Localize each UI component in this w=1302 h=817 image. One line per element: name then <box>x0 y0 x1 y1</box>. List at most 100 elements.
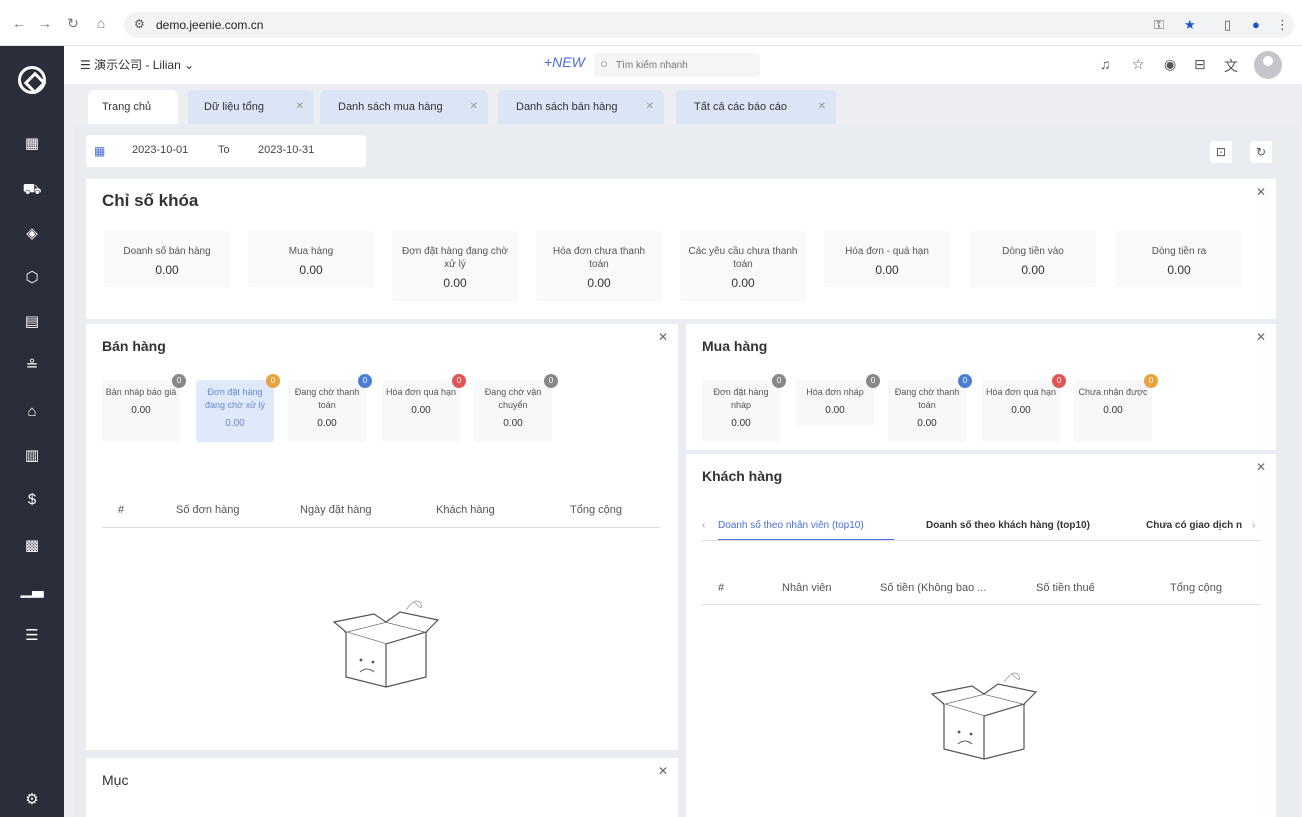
tab-label: Danh sách bán hàng <box>516 101 618 113</box>
stat-label: Đang chờ thanh toán <box>294 387 360 410</box>
count-badge: 0 <box>866 374 880 388</box>
tab-purchase-list[interactable]: Danh sách mua hàng ✕ <box>320 90 488 124</box>
kpi-value: 0.00 <box>1167 263 1191 277</box>
column-header[interactable]: Số đơn hàng <box>176 504 240 516</box>
translate-icon[interactable]: 文 <box>1224 56 1238 76</box>
sales-stat[interactable]: 0 Đơn đặt hàng đang chờ xử lý 0.00 <box>196 374 280 442</box>
address-bar[interactable]: ⚙ demo.jeenie.com.cn ⚿ ★ ▯ ● ⋮ <box>124 12 1294 38</box>
subtab-no-transaction[interactable]: Chưa có giao dịch n <box>1146 520 1242 531</box>
kpi-label: Mua hàng <box>288 246 334 257</box>
star-icon[interactable]: ★ <box>1184 17 1196 33</box>
briefcase-icon[interactable]: ⊟ <box>1194 56 1206 73</box>
column-header[interactable]: Số tiền thuế <box>1036 582 1095 594</box>
purchase-stat[interactable]: 0 Hóa đơn nháp 0.00 <box>796 374 880 426</box>
tab-home[interactable]: Trang chủ <box>88 90 178 124</box>
logo-icon[interactable] <box>18 66 46 94</box>
sidebar-icon[interactable]: ▯ <box>1224 17 1231 33</box>
sales-stat[interactable]: 0 Hóa đơn quá hạn 0.00 <box>382 374 466 442</box>
more-icon[interactable]: ⋮ <box>1276 17 1289 33</box>
column-header[interactable]: Tổng cộng <box>1170 582 1222 594</box>
tag-icon[interactable]: ◈ <box>20 222 44 246</box>
subtab-sales-by-employee[interactable]: Doanh số theo nhân viên (top10) <box>718 520 864 531</box>
divider <box>702 540 1260 541</box>
package-icon[interactable]: ⬡ <box>20 266 44 290</box>
column-header[interactable]: Khách hàng <box>436 504 495 516</box>
company-name: 演示公司 - Lilian <box>94 58 181 72</box>
sales-stat[interactable]: 0 Đang chờ vận chuyển 0.00 <box>474 374 558 442</box>
close-icon[interactable]: ✕ <box>1256 460 1266 474</box>
close-icon[interactable]: ✕ <box>1256 185 1266 199</box>
app-topbar: ☰ 演示公司 - Lilian ⌄ +NEW ○ ♫ ☆ ◉ ⊟ 文 <box>64 46 1302 84</box>
money-bag-icon[interactable]: $ <box>20 488 44 512</box>
kpi-item[interactable]: Dòng tiền ra 0.00 <box>1116 231 1242 287</box>
table-icon[interactable]: ▩ <box>20 534 44 558</box>
kpi-item[interactable]: Hóa đơn - quá hạn 0.00 <box>824 231 950 287</box>
search-box[interactable]: ○ <box>594 53 760 77</box>
payment-icon[interactable]: ≗ <box>20 354 44 378</box>
site-info-icon[interactable]: ⚙ <box>134 17 145 31</box>
kpi-label: Doanh số bán hàng <box>123 246 211 257</box>
close-icon[interactable]: ✕ <box>658 764 668 778</box>
purchase-stat[interactable]: 0 Chưa nhận được 0.00 <box>1074 374 1158 442</box>
bank-icon[interactable]: ⌂ <box>20 400 44 424</box>
purchase-stat[interactable]: 0 Đang chờ thanh toán 0.00 <box>888 374 972 442</box>
count-badge: 0 <box>544 374 558 388</box>
subtab-sales-by-customer[interactable]: Doanh số theo khách hàng (top10) <box>926 520 1090 531</box>
close-icon[interactable]: ✕ <box>658 330 668 344</box>
divider <box>102 527 660 528</box>
profile-icon[interactable]: ● <box>1252 17 1260 32</box>
search-input[interactable] <box>616 57 756 73</box>
kpi-item[interactable]: Mua hàng 0.00 <box>248 231 374 287</box>
avatar[interactable] <box>1254 51 1282 79</box>
close-icon[interactable]: ✕ <box>646 90 654 124</box>
sales-stat[interactable]: 0 Đang chờ thanh toán 0.00 <box>288 374 372 442</box>
box-icon[interactable]: ◉ <box>1164 56 1176 73</box>
favorite-icon[interactable]: ☆ <box>1132 56 1145 73</box>
cart-icon[interactable]: ⛟ <box>20 178 44 202</box>
tab-summary-data[interactable]: Dữ liệu tổng ✕ <box>188 90 314 124</box>
column-header[interactable]: Số tiền (Không bao ... <box>880 582 986 594</box>
column-header[interactable]: Nhân viên <box>782 582 832 594</box>
chart-icon[interactable]: ▁▃ <box>20 578 44 602</box>
date-to[interactable]: 2023-10-31 <box>258 144 314 156</box>
date-range-picker[interactable]: ▦ 2023-10-01 To 2023-10-31 <box>86 135 366 167</box>
key-icon[interactable]: ⚿ <box>1154 17 1164 33</box>
tab-all-reports[interactable]: Tất cả các báo cáo ✕ <box>676 90 836 124</box>
date-from[interactable]: 2023-10-01 <box>132 144 188 156</box>
document-icon[interactable]: ▤ <box>20 310 44 334</box>
stat-value: 0.00 <box>503 418 523 429</box>
kpi-item[interactable]: Các yêu cầu chưa thanh toán 0.00 <box>680 231 806 301</box>
home-icon[interactable]: ⌂ <box>92 14 110 32</box>
export-icon[interactable]: ⊡ <box>1210 141 1232 163</box>
back-icon[interactable]: ← <box>10 14 28 32</box>
sales-stat[interactable]: 0 Bản nháp báo giá 0.00 <box>102 374 186 442</box>
column-header[interactable]: Tổng cộng <box>570 504 622 516</box>
building-icon[interactable]: ▥ <box>20 444 44 468</box>
gear-icon[interactable]: ⚙ <box>20 788 44 812</box>
scroll-right-icon[interactable]: › <box>1252 520 1255 531</box>
reload-icon[interactable]: ↻ <box>64 14 82 32</box>
kpi-item[interactable]: Hóa đơn chưa thanh toán 0.00 <box>536 231 662 301</box>
close-icon[interactable]: ✕ <box>296 90 304 124</box>
dashboard-icon[interactable]: ▦ <box>20 132 44 156</box>
refresh-icon[interactable]: ↻ <box>1250 141 1272 163</box>
bell-icon[interactable]: ♫ <box>1100 56 1111 72</box>
stat-label: Bản nháp báo giá <box>105 387 177 397</box>
purchase-stat[interactable]: 0 Hóa đơn quá hạn 0.00 <box>982 374 1066 442</box>
settings-sliders-icon[interactable]: ☰ <box>20 624 44 648</box>
stat-value: 0.00 <box>317 418 337 429</box>
kpi-item[interactable]: Doanh số bán hàng 0.00 <box>104 231 230 287</box>
purchase-stat[interactable]: 0 Đơn đặt hàng nháp 0.00 <box>702 374 786 442</box>
column-header[interactable]: Ngày đặt hàng <box>300 504 372 516</box>
tab-sales-list[interactable]: Danh sách bán hàng ✕ <box>498 90 664 124</box>
kpi-item[interactable]: Đơn đặt hàng đang chờ xử lý 0.00 <box>392 231 518 301</box>
kpi-item[interactable]: Dòng tiền vào 0.00 <box>970 231 1096 287</box>
url-text[interactable]: demo.jeenie.com.cn <box>156 18 263 32</box>
scroll-left-icon[interactable]: ‹ <box>702 520 705 531</box>
company-selector[interactable]: ☰ 演示公司 - Lilian ⌄ <box>80 56 194 73</box>
forward-icon[interactable]: → <box>36 14 54 32</box>
close-icon[interactable]: ✕ <box>1256 330 1266 344</box>
close-icon[interactable]: ✕ <box>470 90 478 124</box>
new-button[interactable]: +NEW <box>544 54 585 70</box>
close-icon[interactable]: ✕ <box>818 90 826 124</box>
